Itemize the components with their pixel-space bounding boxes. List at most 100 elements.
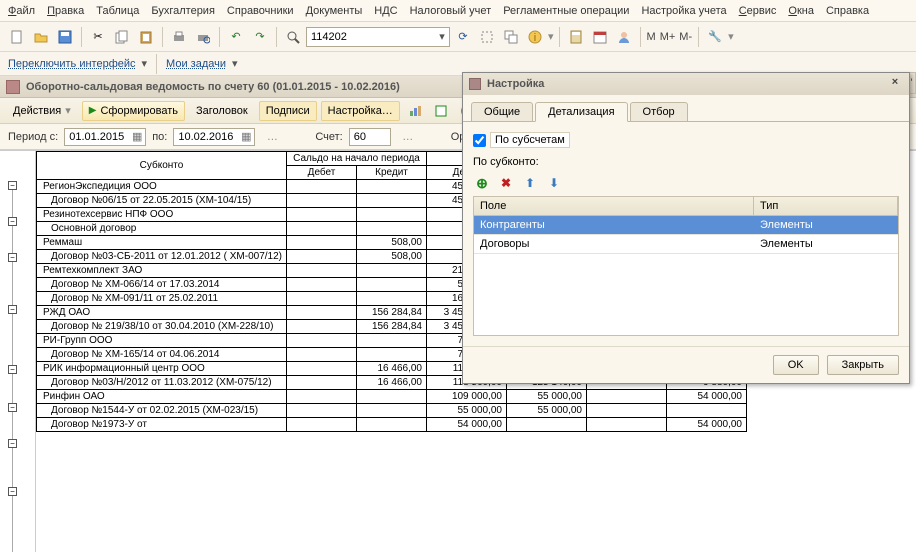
chevron-down-icon[interactable]: ▾ [435,30,449,43]
menu-tax[interactable]: Налоговый учет [410,5,492,17]
tree-toggle[interactable]: − [8,217,17,226]
mem-mminus[interactable]: M- [678,31,693,43]
date-to-field[interactable]: ▦ [173,128,255,146]
add-icon[interactable]: ⊕ [473,174,491,192]
selection-icon[interactable] [476,26,498,48]
calendar-icon[interactable] [589,26,611,48]
date-to-input[interactable] [174,131,238,143]
period-picker-icon[interactable]: … [261,126,283,148]
menu-refs[interactable]: Справочники [227,5,294,17]
actions-dropdown[interactable]: Действия▾ [6,101,78,121]
open-icon[interactable] [30,26,52,48]
chart-icon[interactable] [404,100,426,122]
period-to-label: по: [152,131,167,143]
search-combo[interactable]: ▾ [306,27,450,47]
col-tip: Тип [754,197,898,215]
form-button[interactable]: ▶Сформировать [82,101,185,121]
windows-icon[interactable] [500,26,522,48]
chk-subaccounts-label: По субсчетам [490,132,570,148]
refresh-icon[interactable]: ⟳ [452,26,474,48]
undo-icon[interactable]: ↶ [225,26,247,48]
settings-icon [469,78,481,90]
menu-edit[interactable]: Правка [47,5,84,17]
switch-interface-link[interactable]: Переключить интерфейс [8,58,136,70]
tree-toggle[interactable]: − [8,487,17,496]
close-icon[interactable]: × [887,76,903,92]
account-field[interactable] [349,128,391,146]
date-from-field[interactable]: ▦ [64,128,146,146]
tab-filter[interactable]: Отбор [630,102,688,121]
menu-help[interactable]: Справка [826,5,869,17]
redo-icon[interactable]: ↷ [249,26,271,48]
tree-toggle[interactable]: − [8,439,17,448]
mem-m[interactable]: M [646,31,657,43]
close-button[interactable]: Закрыть [827,355,899,375]
period-from-label: Период с: [8,131,58,143]
tab-general[interactable]: Общие [471,102,533,121]
print-icon[interactable] [168,26,190,48]
account-input[interactable] [350,131,390,143]
settings-button[interactable]: Настройка… [321,101,400,121]
tab-detail[interactable]: Детализация [535,102,627,122]
report-icon [6,80,20,94]
help-dropdown-icon[interactable]: ▾ [548,30,554,43]
chk-subaccounts[interactable] [473,134,486,147]
copy-icon[interactable] [111,26,133,48]
dialog-tabs: Общие Детализация Отбор [463,95,909,121]
wrench-dropdown-icon[interactable]: ▾ [728,30,734,43]
tree-toggle[interactable]: − [8,305,17,314]
tree-toggle[interactable]: − [8,181,17,190]
wrench-icon[interactable]: 🔧 [704,26,726,48]
my-tasks-link[interactable]: Мои задачи [166,58,226,70]
subkonto-list[interactable]: Поле Тип КонтрагентыЭлементыДоговорыЭлем… [473,196,899,336]
window-title: Оборотно-сальдовая ведомость по счету 60… [26,81,400,93]
table-row[interactable]: Ринфин ОАО109 000,0055 000,0054 000,00 [37,390,747,404]
menu-docs[interactable]: Документы [306,5,363,17]
tree-gutter: − − − − − − − − [0,151,36,552]
search-input[interactable] [307,28,435,46]
account-picker-icon[interactable]: … [397,126,419,148]
menu-file[interactable]: Файл [8,5,35,17]
col-kredit1: Кредит [357,166,427,180]
paste-icon[interactable] [135,26,157,48]
calendar-to-icon[interactable]: ▦ [238,130,254,143]
save-icon[interactable] [54,26,76,48]
help-icon[interactable]: i [524,26,546,48]
new-icon[interactable] [6,26,28,48]
date-from-input[interactable] [65,131,129,143]
tasks-dropdown-icon[interactable]: ▾ [232,57,238,70]
menu-table[interactable]: Таблица [96,5,139,17]
ok-button[interactable]: OK [773,355,819,375]
menu-setup[interactable]: Настройка учета [641,5,726,17]
calendar-from-icon[interactable]: ▦ [129,130,145,143]
mem-mplus[interactable]: M+ [659,31,677,43]
tree-toggle[interactable]: − [8,403,17,412]
settings-dialog: Настройка × Общие Детализация Отбор По с… [462,72,910,384]
tree-toggle[interactable]: − [8,253,17,262]
menu-accounting[interactable]: Бухгалтерия [151,5,215,17]
dialog-title: Настройка [487,78,544,90]
menu-windows[interactable]: Окна [788,5,814,17]
header-button[interactable]: Заголовок [189,101,255,121]
list-item[interactable]: КонтрагентыЭлементы [474,216,898,235]
table-row[interactable]: Договор №1973-У от54 000,0054 000,00 [37,418,747,432]
cut-icon[interactable]: ✂ [87,26,109,48]
menu-reg[interactable]: Регламентные операции [503,5,629,17]
table-row[interactable]: Договор №1544-У от 02.02.2015 (ХМ-023/15… [37,404,747,418]
move-down-icon[interactable]: ⬇ [545,174,563,192]
tree-toggle[interactable]: − [8,365,17,374]
print-preview-icon[interactable] [192,26,214,48]
subkonto-toolbar: ⊕ ✖ ⬆ ⬇ [473,174,899,192]
list-item[interactable]: ДоговорыЭлементы [474,235,898,254]
export-icon[interactable] [430,100,452,122]
delete-icon[interactable]: ✖ [497,174,515,192]
switch-dropdown-icon[interactable]: ▾ [142,57,148,70]
menu-vat[interactable]: НДС [374,5,397,17]
move-up-icon[interactable]: ⬆ [521,174,539,192]
subkonto-label: По субконто: [473,156,899,168]
search-icon[interactable] [282,26,304,48]
user-icon[interactable] [613,26,635,48]
menu-service[interactable]: Сервис [739,5,777,17]
calc-icon[interactable] [565,26,587,48]
signs-button[interactable]: Подписи [259,101,317,121]
